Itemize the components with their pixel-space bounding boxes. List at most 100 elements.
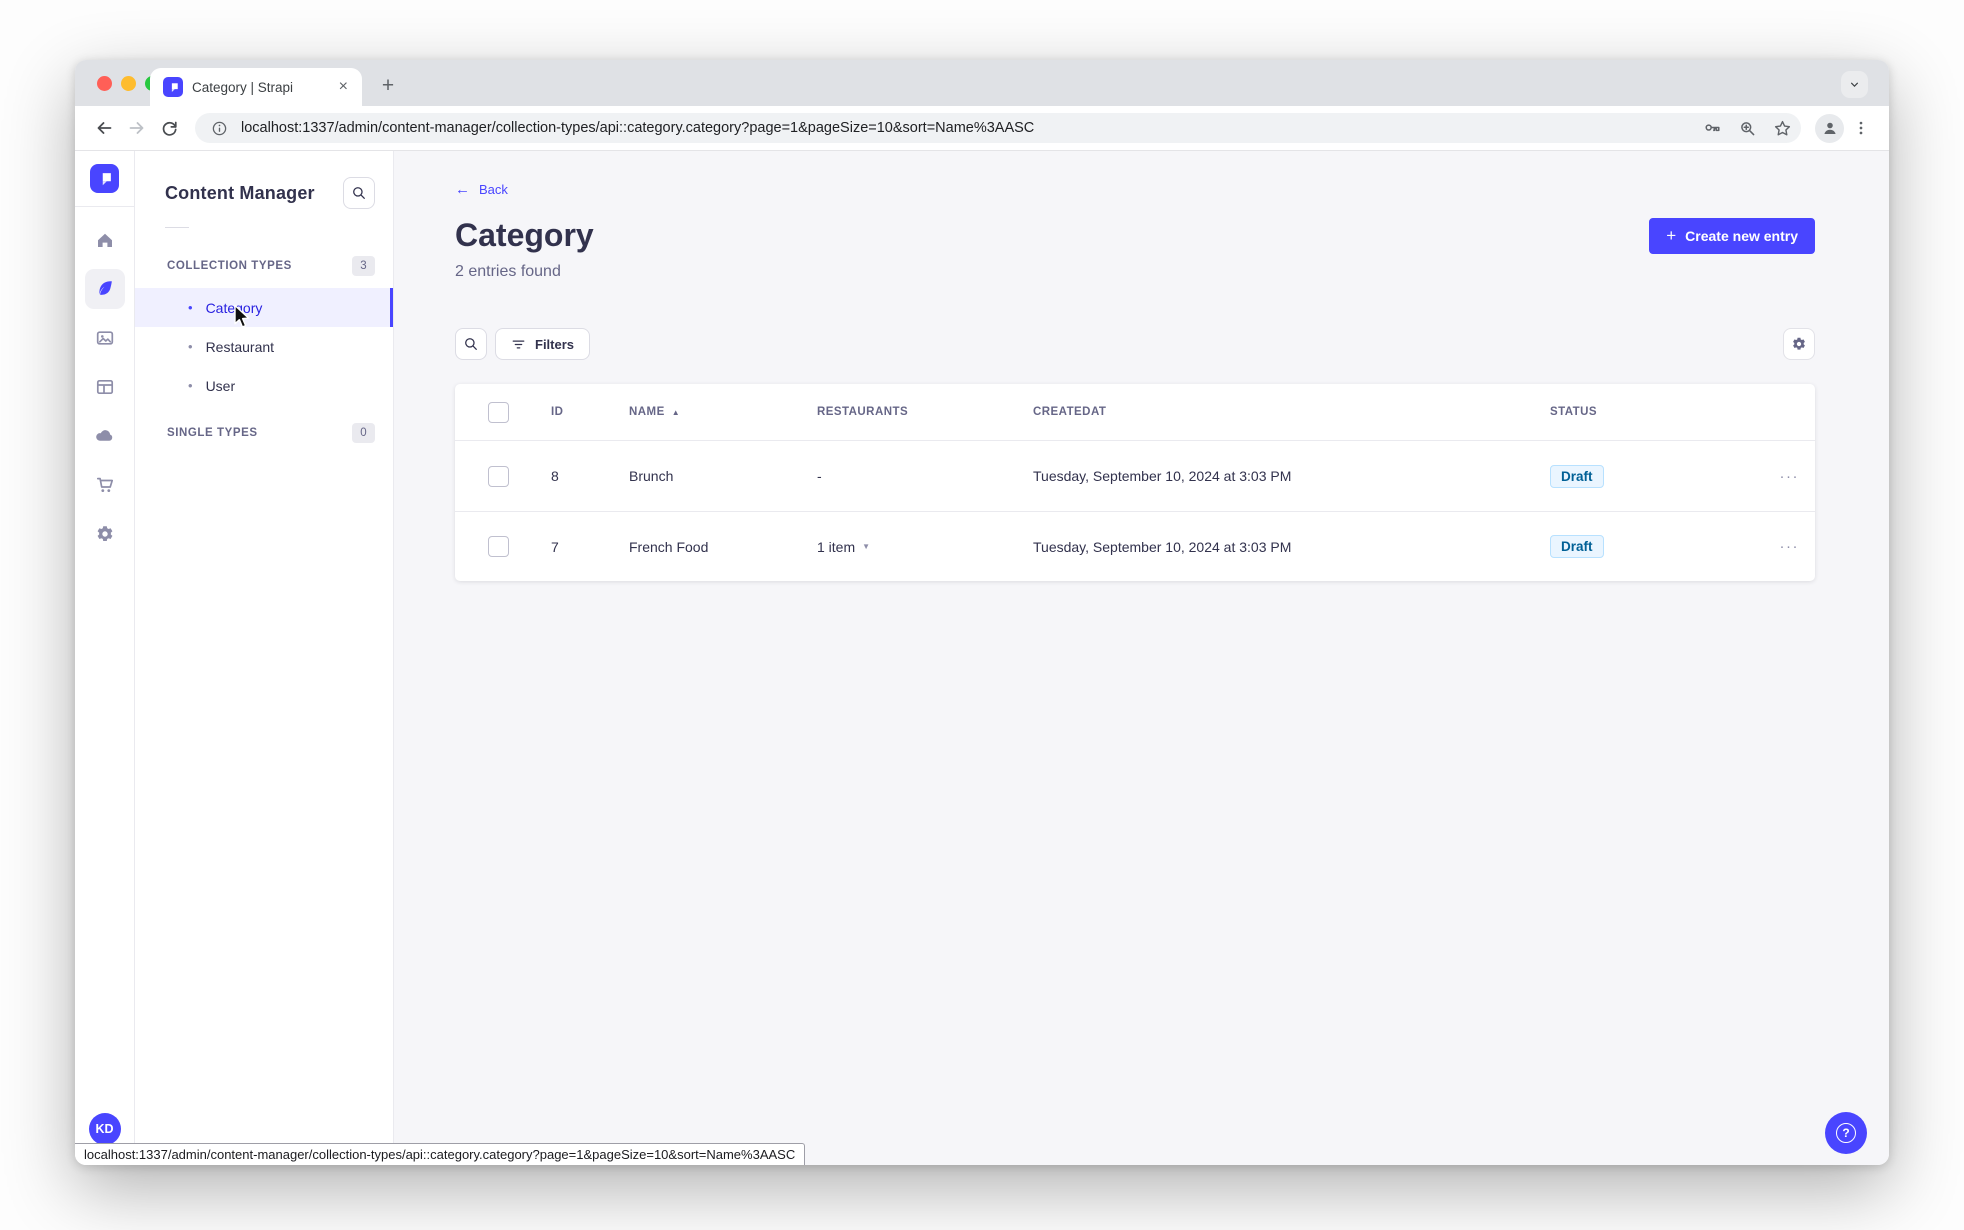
sidebar-title: Content Manager	[165, 182, 315, 203]
nav-marketplace-icon[interactable]	[80, 460, 129, 509]
strapi-app: KD Content Manager COLLECTION TYPES 3 • …	[75, 150, 1889, 1165]
back-arrow-icon: ←	[455, 181, 470, 198]
cell-restaurants: -	[817, 468, 822, 485]
table-row[interactable]: 8 Brunch - Tuesday, September 10, 2024 a…	[455, 441, 1815, 511]
gear-icon	[1793, 337, 1805, 350]
bullet-icon: •	[188, 378, 193, 393]
entries-table: ID NAME ▲ RESTAURANTS CREATEDAT STATUS 8…	[455, 384, 1815, 582]
create-new-entry-button[interactable]: + Create new entry	[1649, 218, 1815, 254]
close-window-button[interactable]	[97, 76, 112, 91]
cell-restaurants[interactable]: 1 item ▼	[817, 539, 1033, 555]
back-label: Back	[479, 182, 508, 197]
row-checkbox[interactable]	[488, 465, 509, 487]
nav-media-library-icon[interactable]	[80, 313, 129, 362]
chevron-down-icon: ▼	[862, 542, 871, 552]
rail-nav-list	[80, 215, 129, 558]
browser-reload-icon[interactable]	[154, 113, 185, 144]
new-tab-button[interactable]: +	[375, 73, 401, 99]
status-badge: Draft	[1550, 535, 1604, 559]
filters-button[interactable]: Filters	[495, 328, 591, 361]
sidebar-divider	[165, 227, 189, 228]
collection-types-section: COLLECTION TYPES 3	[135, 256, 393, 276]
sort-asc-icon: ▲	[671, 407, 681, 417]
column-header-restaurants[interactable]: RESTAURANTS	[817, 406, 1033, 418]
filter-icon	[512, 340, 525, 349]
table-row[interactable]: 7 French Food 1 item ▼ Tuesday, Septembe…	[455, 511, 1815, 581]
site-info-icon[interactable]	[206, 115, 232, 141]
sidebar-item-user[interactable]: • User	[135, 366, 393, 405]
sidebar-item-label: User	[205, 377, 236, 394]
nav-content-manager-icon[interactable]	[80, 264, 129, 313]
cell-id: 7	[551, 538, 559, 555]
tab-search-chevron-icon[interactable]	[1841, 71, 1868, 98]
sidebar-search-button[interactable]	[343, 177, 375, 209]
table-header-row: ID NAME ▲ RESTAURANTS CREATEDAT STATUS	[455, 384, 1815, 442]
password-key-icon[interactable]	[1699, 115, 1725, 141]
content-manager-sidebar: Content Manager COLLECTION TYPES 3 • Cat…	[135, 151, 394, 1165]
bookmark-star-icon[interactable]	[1769, 115, 1795, 141]
row-actions-menu[interactable]: ···	[1780, 468, 1816, 485]
search-icon	[465, 338, 477, 351]
back-link[interactable]: ← Back	[455, 182, 508, 197]
select-all-checkbox[interactable]	[488, 401, 509, 423]
rail-divider	[75, 206, 134, 207]
url-text[interactable]: localhost:1337/admin/content-manager/col…	[241, 120, 1690, 136]
section-label: SINGLE TYPES	[167, 427, 258, 439]
row-checkbox[interactable]	[488, 536, 509, 558]
nav-home-icon[interactable]	[80, 215, 129, 264]
browser-tab-bar: Category | Strapi × +	[75, 60, 1889, 106]
bullet-icon: •	[188, 300, 193, 315]
cell-createdat: Tuesday, September 10, 2024 at 3:03 PM	[1033, 468, 1292, 485]
status-badge: Draft	[1550, 464, 1604, 488]
browser-url-bar: localhost:1337/admin/content-manager/col…	[75, 106, 1889, 150]
help-icon: ?	[1836, 1123, 1856, 1143]
sidebar-item-label: Category	[205, 299, 263, 316]
browser-back-icon[interactable]	[88, 113, 119, 144]
browser-menu-icon[interactable]	[1846, 113, 1876, 143]
tab-title: Category | Strapi	[192, 79, 294, 95]
nav-deploy-cloud-icon[interactable]	[80, 411, 129, 460]
create-new-entry-label: Create new entry	[1685, 228, 1798, 244]
table-search-button[interactable]	[455, 328, 487, 361]
column-header-createdat[interactable]: CREATEDAT	[1033, 406, 1550, 418]
view-settings-button[interactable]	[1783, 328, 1815, 361]
browser-tab[interactable]: Category | Strapi ×	[150, 68, 362, 106]
browser-forward-icon[interactable]	[121, 113, 152, 144]
page-title: Category	[455, 217, 594, 253]
cell-name: French Food	[629, 538, 709, 555]
strapi-favicon-icon	[163, 77, 183, 97]
column-header-id[interactable]: ID	[551, 406, 629, 418]
status-bar-url: localhost:1337/admin/content-manager/col…	[75, 1143, 805, 1165]
user-avatar[interactable]: KD	[88, 1113, 121, 1145]
cell-id: 8	[551, 468, 559, 485]
cell-createdat: Tuesday, September 10, 2024 at 3:03 PM	[1033, 538, 1292, 555]
main-content: ← Back Category 2 entries found + Create…	[394, 151, 1889, 1165]
browser-profile-icon[interactable]	[1815, 113, 1844, 143]
filters-label: Filters	[535, 336, 575, 352]
bullet-icon: •	[188, 339, 193, 354]
search-icon	[353, 187, 365, 199]
plus-icon: +	[1666, 226, 1677, 245]
cell-name: Brunch	[629, 468, 674, 485]
column-header-name[interactable]: NAME ▲	[629, 406, 817, 418]
row-actions-menu[interactable]: ···	[1780, 538, 1816, 555]
close-tab-icon[interactable]: ×	[335, 77, 352, 97]
zoom-icon[interactable]	[1734, 115, 1760, 141]
single-types-section: SINGLE TYPES 0	[135, 423, 393, 443]
list-toolbar: Filters	[455, 328, 1815, 361]
column-header-status[interactable]: STATUS	[1550, 406, 1745, 418]
entries-count: 2 entries found	[455, 263, 561, 281]
nav-content-type-builder-icon[interactable]	[80, 362, 129, 411]
main-nav-rail: KD	[75, 151, 135, 1165]
address-bar[interactable]: localhost:1337/admin/content-manager/col…	[195, 113, 1801, 143]
browser-window: Category | Strapi × + localhost:1337/adm…	[75, 60, 1889, 1165]
sidebar-item-category[interactable]: • Category	[135, 288, 393, 327]
nav-settings-icon[interactable]	[80, 509, 129, 558]
help-button[interactable]: ?	[1825, 1112, 1867, 1154]
strapi-logo-icon[interactable]	[90, 164, 119, 193]
sidebar-item-restaurant[interactable]: • Restaurant	[135, 327, 393, 366]
section-count-badge: 3	[352, 256, 375, 276]
minimize-window-button[interactable]	[121, 76, 136, 91]
sidebar-item-label: Restaurant	[205, 338, 275, 355]
section-label: COLLECTION TYPES	[167, 260, 292, 272]
